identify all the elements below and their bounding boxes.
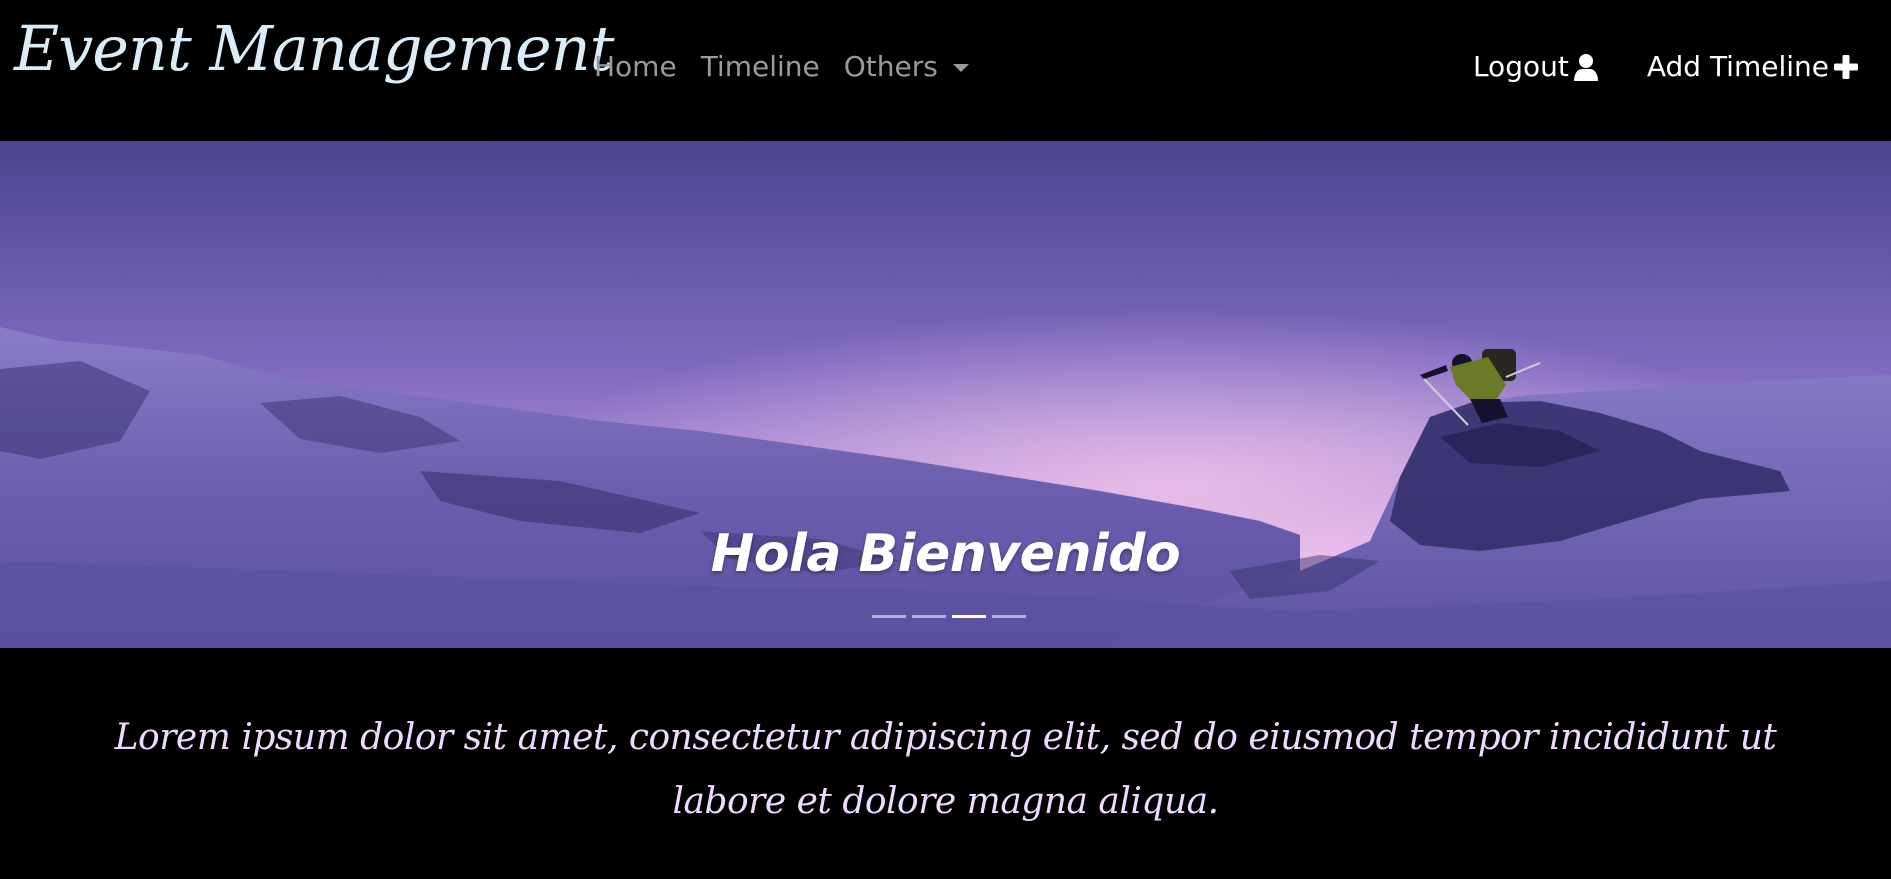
intro-text: Lorem ipsum dolor sit amet, consectetur … [114,717,1777,822]
navbar: Event Management Home Timeline Others Lo… [0,0,1891,141]
caret-down-icon [952,64,969,72]
carousel-indicator-3[interactable] [952,615,986,618]
add-timeline-link[interactable]: Add Timeline [1647,50,1859,84]
nav-others-label: Others [843,50,938,83]
hero-carousel: Hola Bienvenido [0,141,1891,648]
logout-label: Logout [1472,50,1569,83]
hero-caption: Hola Bienvenido [710,524,1181,584]
carousel-indicator-1[interactable] [872,615,906,618]
add-timeline-label: Add Timeline [1646,50,1829,83]
logout-link[interactable]: Logout [1473,50,1599,84]
nav-timeline-link[interactable]: Timeline [701,50,820,84]
carousel-indicator-2[interactable] [912,615,946,618]
carousel-indicator-4[interactable] [992,615,1026,618]
main-nav: Home Timeline Others [594,50,993,84]
nav-actions: Logout Add Timeline [1473,50,1859,84]
nav-home-link[interactable]: Home [594,50,677,84]
nav-others-dropdown[interactable]: Others [844,50,969,84]
user-icon [1573,54,1598,81]
carousel-indicators [872,615,1032,618]
brand-logo[interactable]: Event Management [14,18,615,80]
plus-icon [1834,55,1858,79]
